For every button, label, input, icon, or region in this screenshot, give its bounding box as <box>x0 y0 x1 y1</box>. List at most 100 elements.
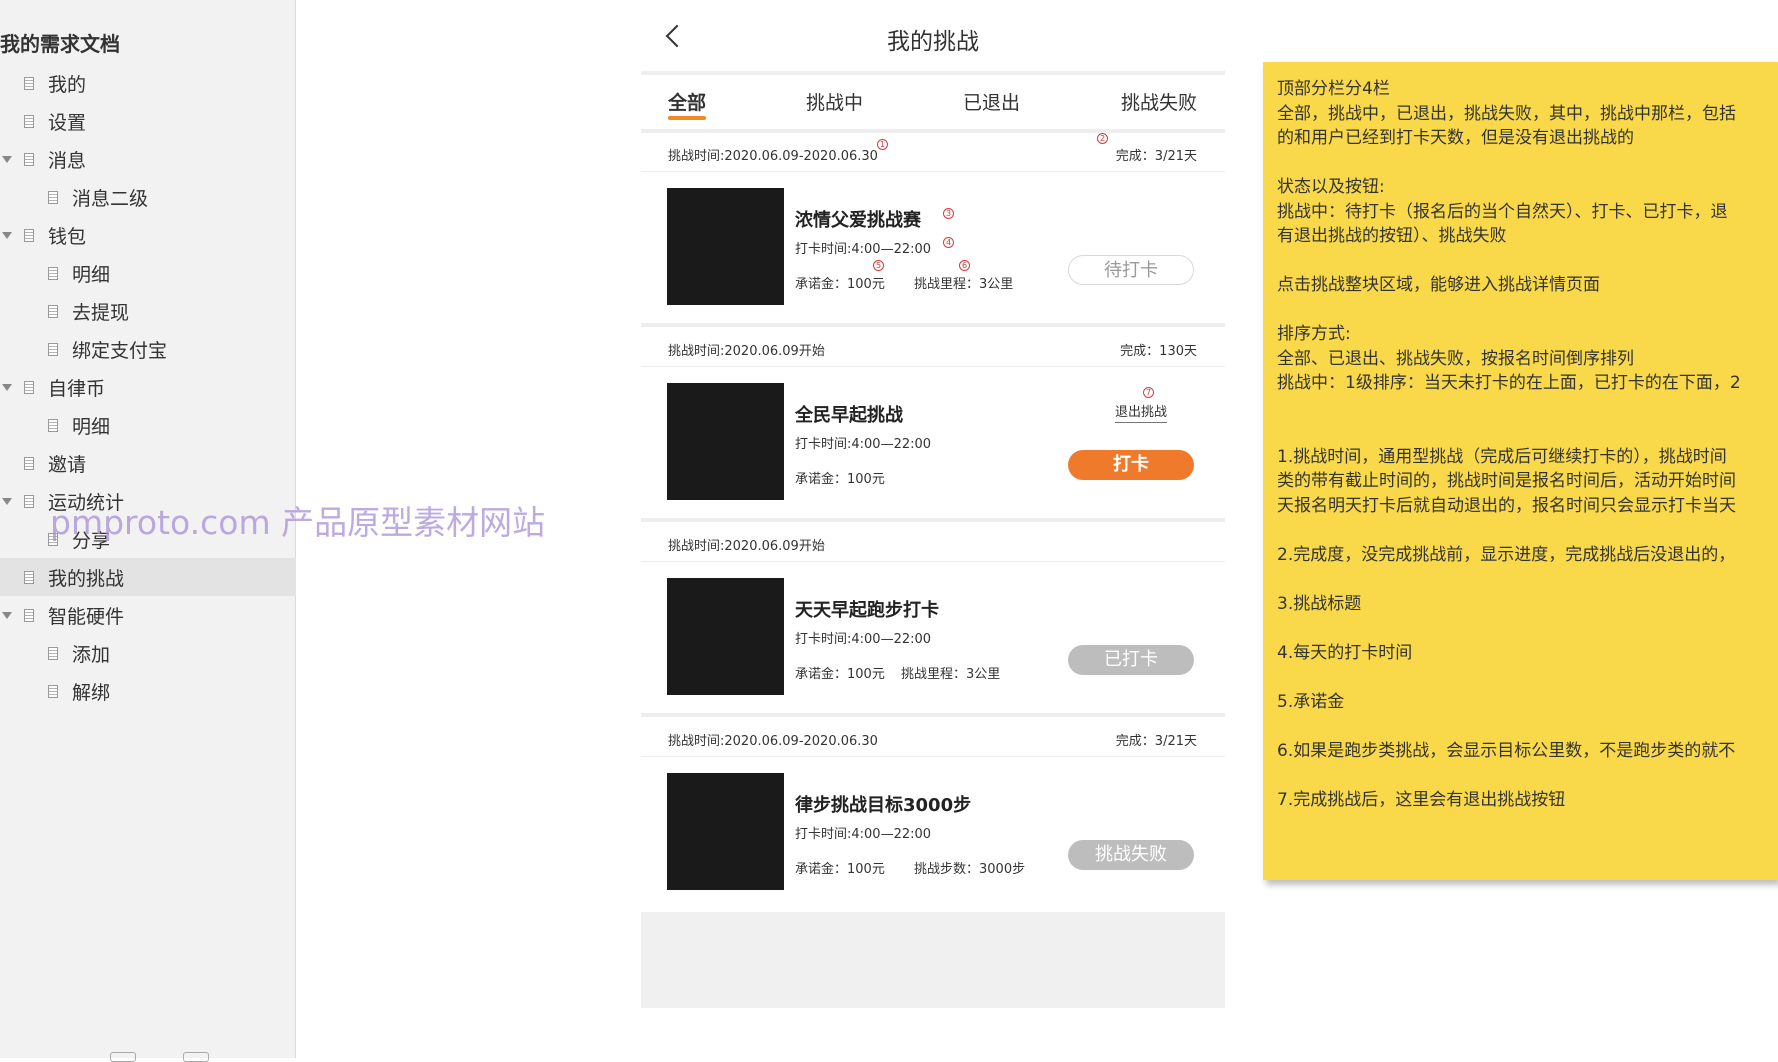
challenge-thumbnail <box>667 578 784 695</box>
document-icon <box>48 266 58 280</box>
sidebar-item-label: 运动统计 <box>48 491 125 514</box>
challenge-progress: 完成：3/21天 <box>1115 734 1197 749</box>
bottom-gray-area <box>641 912 1225 1008</box>
sidebar-item[interactable]: 智能硬件 <box>0 596 296 634</box>
tab-all[interactable]: 全部 <box>668 88 706 115</box>
sidebar-item[interactable]: 我的 <box>0 64 296 102</box>
sidebar-item[interactable]: 添加 <box>0 634 296 672</box>
note-line <box>1277 714 1778 739</box>
sidebar-item[interactable]: 钱包 <box>0 216 296 254</box>
caret-down-icon[interactable] <box>2 611 12 619</box>
note-line: 状态以及按钮: <box>1277 177 1385 197</box>
challenge-failed-button[interactable]: 挑战失败 <box>1068 840 1194 870</box>
sidebar-item-label: 钱包 <box>48 225 87 248</box>
sidebar-item[interactable]: 解绑 <box>0 672 296 710</box>
challenge-checkin-time: 打卡时间:4:00—22:00 <box>795 242 932 257</box>
challenge-thumbnail <box>667 188 784 305</box>
tab-quit[interactable]: 已退出 <box>963 88 1020 115</box>
challenge-deposit: 承诺金：100元 <box>795 667 885 682</box>
note-line: 4.每天的打卡时间 <box>1277 642 1413 663</box>
requirements-note: 顶部分栏分4栏 全部，挑战中，已退出，挑战失败，其中，挑战中那栏，包括 的和用户已经… <box>1263 62 1778 880</box>
challenge-time-range: 挑战时间:2020.06.09-2020.06.30 <box>668 149 878 164</box>
tab-failed[interactable]: 挑战失败 <box>1121 88 1197 115</box>
document-icon <box>48 684 58 698</box>
annotation-marker-2: 2 <box>1097 133 1108 144</box>
document-icon <box>24 380 34 394</box>
note-line: 挑战中：1级排序：当天未打卡的在上面，已打卡的在下面，2 <box>1277 373 1741 393</box>
challenge-time-range: 挑战时间:2020.06.09开始 <box>668 539 825 554</box>
sidebar-item[interactable]: 明细 <box>0 406 296 444</box>
sidebar-item-label: 分享 <box>72 529 111 552</box>
sidebar-item-label: 绑定支付宝 <box>72 339 168 362</box>
sidebar-item[interactable]: 消息二级 <box>0 178 296 216</box>
challenge-steps: 挑战步数：3000步 <box>914 862 1026 877</box>
sidebar-item[interactable]: 运动统计 <box>0 482 296 520</box>
sidebar-bottom-control-2[interactable] <box>183 1052 209 1062</box>
sidebar-item[interactable]: 设置 <box>0 102 296 140</box>
card-divider <box>641 713 1225 717</box>
sidebar-item[interactable]: 分享 <box>0 520 296 558</box>
challenge-deposit: 承诺金：100元 <box>795 277 885 292</box>
note-line <box>1277 298 1778 323</box>
sidebar-item-label: 解绑 <box>72 681 111 704</box>
annotation-marker-4: 4 <box>943 237 954 248</box>
sidebar-item[interactable]: 消息 <box>0 140 296 178</box>
challenge-time-range: 挑战时间:2020.06.09-2020.06.30 <box>668 734 878 749</box>
sidebar-item[interactable]: 明细 <box>0 254 296 292</box>
caret-down-icon[interactable] <box>2 383 12 391</box>
sidebar-item[interactable]: 去提现 <box>0 292 296 330</box>
sidebar-item[interactable]: 自律币 <box>0 368 296 406</box>
card-divider <box>641 323 1225 327</box>
quit-challenge-link[interactable]: 退出挑战 <box>1115 401 1168 423</box>
checked-in-button[interactable]: 已打卡 <box>1068 645 1194 675</box>
document-icon <box>24 76 34 90</box>
annotation-marker-7: 7 <box>1143 387 1154 398</box>
challenge-title: 全民早起挑战 <box>795 405 903 426</box>
sidebar-item[interactable]: 绑定支付宝 <box>0 330 296 368</box>
caret-down-icon[interactable] <box>2 497 12 505</box>
note-line: 全部、已退出、挑战失败，按报名时间倒序排列 <box>1277 348 1634 369</box>
sidebar-item[interactable]: 我的挑战 <box>0 558 296 596</box>
note-line: 天报名明天打卡后就自动退出的，报名时间只会显示打卡当天 <box>1277 495 1736 516</box>
challenge-checkin-time: 打卡时间:4:00—22:00 <box>795 827 932 842</box>
note-line: 点击挑战整块区域，能够进入挑战详情页面 <box>1277 275 1600 295</box>
challenge-card[interactable]: 挑战时间:2020.06.09开始 天天早起跑步打卡 打卡时间:4:00—22:… <box>641 523 1225 717</box>
note-line <box>1277 518 1778 543</box>
card-header-divider <box>641 561 1225 562</box>
challenge-progress: 完成：3/21天 <box>1115 149 1197 164</box>
pending-checkin-button[interactable]: 待打卡 <box>1068 255 1194 285</box>
tab-in-progress[interactable]: 挑战中 <box>806 88 863 115</box>
challenge-card[interactable]: 挑战时间:2020.06.09-2020.06.30 完成：3/21天 浓情父爱… <box>641 133 1225 327</box>
document-icon <box>24 570 34 584</box>
sidebar-item-label: 消息 <box>48 149 87 172</box>
note-line <box>1277 616 1778 641</box>
sidebar-title: 我的需求文档 <box>0 32 120 56</box>
note-line <box>1277 151 1778 176</box>
document-icon <box>48 304 58 318</box>
challenge-card[interactable]: 挑战时间:2020.06.09开始 完成：130天 全民早起挑战 打卡时间:4:… <box>641 328 1225 522</box>
note-line <box>1277 665 1778 690</box>
sidebar-item[interactable]: 邀请 <box>0 444 296 482</box>
annotation-marker-6: 6 <box>959 260 970 271</box>
challenge-card[interactable]: 挑战时间:2020.06.09-2020.06.30 完成：3/21天 律步挑战… <box>641 718 1225 912</box>
document-icon <box>48 646 58 660</box>
card-header-divider <box>641 171 1225 172</box>
note-line: 6.如果是跑步类挑战，会显示目标公里数，不是跑步类的就不 <box>1277 740 1736 761</box>
card-divider <box>641 518 1225 522</box>
caret-down-icon[interactable] <box>2 231 12 239</box>
challenge-thumbnail <box>667 383 784 500</box>
document-icon <box>48 418 58 432</box>
sidebar-item-label: 消息二级 <box>72 187 149 210</box>
challenge-deposit: 承诺金：100元 <box>795 472 885 487</box>
document-icon <box>24 114 34 128</box>
checkin-button[interactable]: 打卡 <box>1068 450 1194 480</box>
caret-down-icon[interactable] <box>2 155 12 163</box>
document-icon <box>24 608 34 622</box>
tab-bar: 全部 挑战中 已退出 挑战失败 <box>641 82 1225 126</box>
sidebar-bottom-control-1[interactable] <box>110 1052 136 1062</box>
header-divider <box>641 71 1225 75</box>
note-line: 顶部分栏分4栏 <box>1277 79 1390 99</box>
document-icon <box>24 456 34 470</box>
note-line <box>1277 567 1778 592</box>
sidebar-item-label: 智能硬件 <box>48 605 125 628</box>
